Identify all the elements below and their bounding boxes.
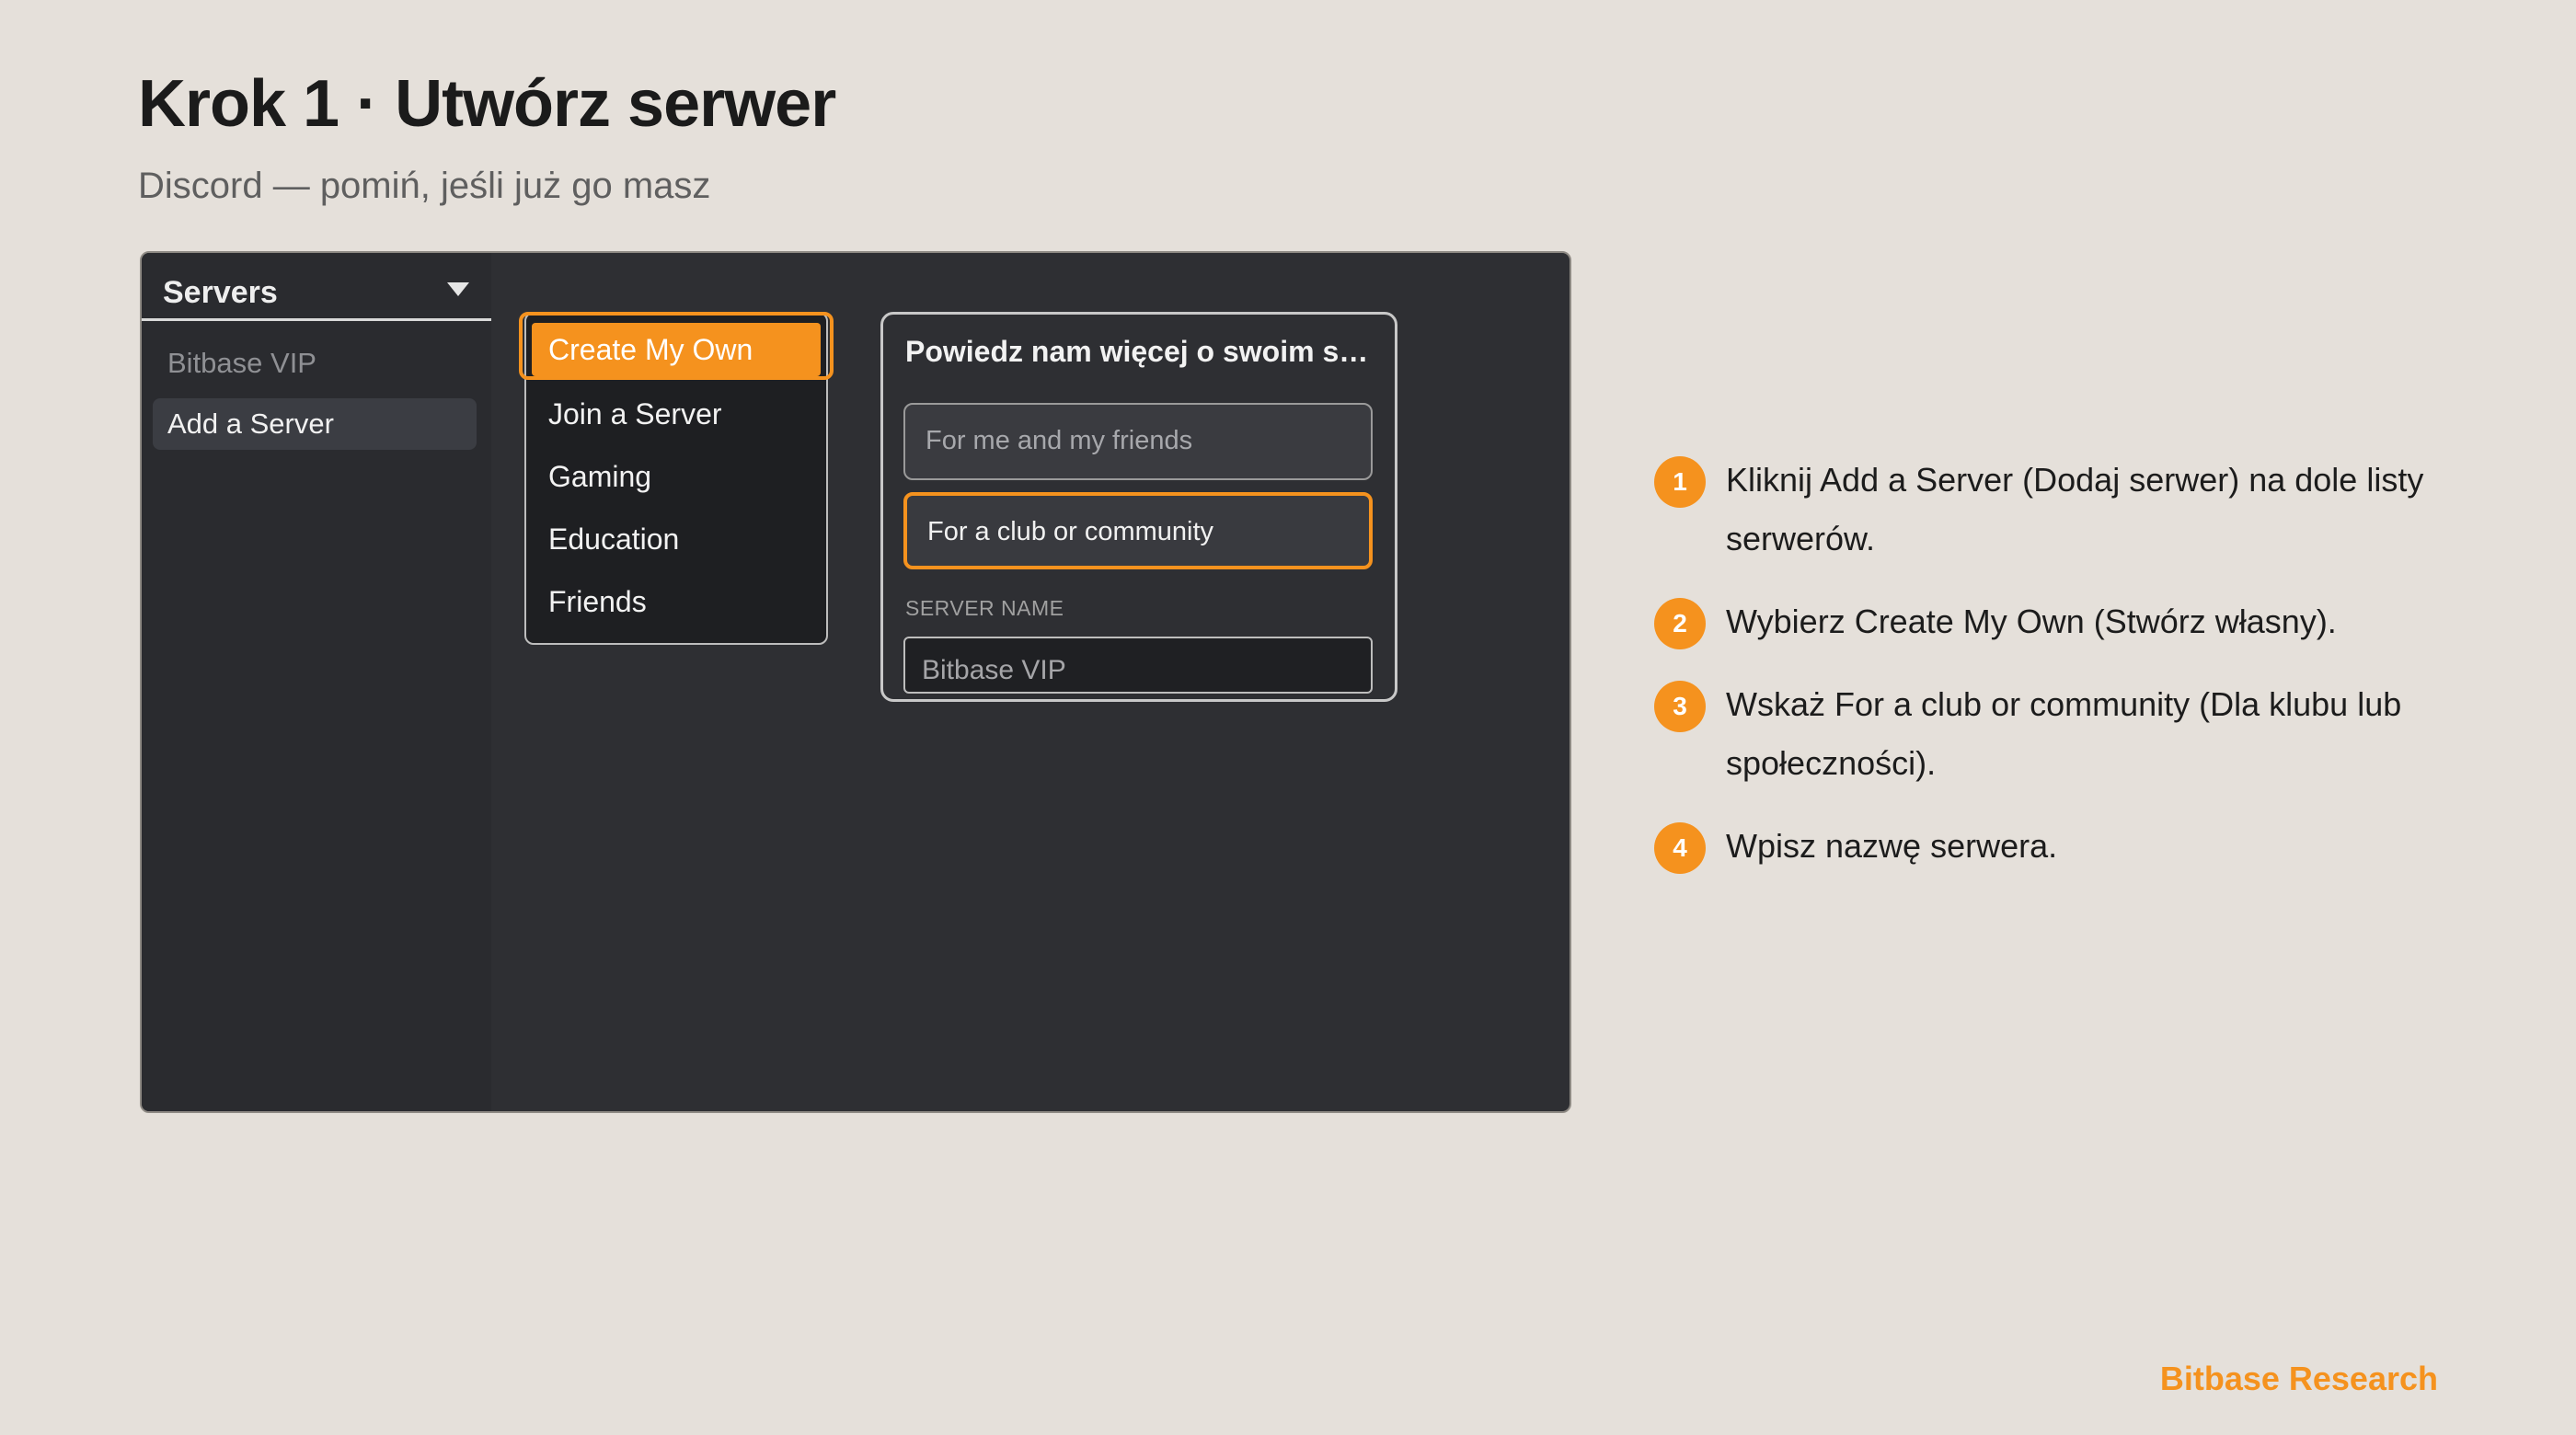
chevron-down-icon[interactable] (447, 282, 469, 296)
option-me-and-friends[interactable]: For me and my friends (903, 403, 1373, 480)
menu-item-create-my-own[interactable]: Create My Own (532, 323, 821, 376)
discord-mock-window: Servers Bitbase VIP Add a Server Create … (140, 251, 1571, 1113)
step-number-badge: 2 (1654, 598, 1706, 649)
step-text: Wybierz Create My Own (Stwórz własny). (1726, 603, 2337, 640)
menu-item-join-server[interactable]: Join a Server (548, 387, 804, 441)
step-number-badge: 3 (1654, 681, 1706, 732)
step-text: Kliknij Add a Server (Dodaj serwer) na d… (1726, 461, 2424, 557)
server-name-input[interactable]: Bitbase VIP (903, 637, 1373, 694)
step-number-badge: 1 (1654, 456, 1706, 508)
step-text: Wpisz nazwę serwera. (1726, 827, 2058, 865)
server-purpose-dialog: Powiedz nam więcej o swoim serwerze For … (880, 312, 1397, 702)
servers-header-label: Servers (163, 275, 278, 310)
servers-header[interactable]: Servers (142, 253, 491, 321)
page-title: Krok 1 · Utwórz serwer (138, 67, 836, 141)
server-sidebar: Servers Bitbase VIP Add a Server (142, 253, 491, 1111)
sidebar-item-add-server[interactable]: Add a Server (153, 398, 477, 450)
page-subtitle: Discord — pomiń, jeśli już go masz (138, 166, 711, 206)
option-club-or-community[interactable]: For a club or community (903, 492, 1373, 569)
server-name-label: SERVER NAME (905, 596, 1064, 620)
brand-footer: Bitbase Research (2159, 1360, 2438, 1397)
menu-item-gaming[interactable]: Gaming (548, 450, 804, 503)
sidebar-item-bitbase-vip[interactable]: Bitbase VIP (153, 338, 477, 389)
dialog-title: Powiedz nam więcej o swoim serwerze (905, 335, 1378, 368)
menu-item-friends[interactable]: Friends (548, 575, 804, 628)
step-number-badge: 4 (1654, 822, 1706, 874)
menu-item-education[interactable]: Education (548, 512, 804, 566)
step-text: Wskaż For a club or community (Dla klubu… (1726, 685, 2402, 782)
